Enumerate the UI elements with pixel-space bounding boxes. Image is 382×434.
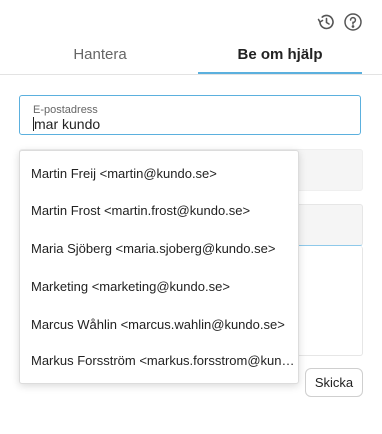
email-suggestions-dropdown: Martin Freij <martin@kundo.se> Martin Fr…: [19, 150, 299, 384]
email-input-text: mar kundo: [34, 116, 101, 132]
suggestion-item[interactable]: Markus Forsström <markus.forsstrom@kundo…: [20, 342, 298, 380]
tab-be-om-hjalp[interactable]: Be om hjälp: [198, 46, 362, 74]
history-icon[interactable]: [316, 12, 336, 32]
help-icon[interactable]: [343, 12, 363, 32]
email-field-label: E-postadress: [33, 104, 98, 116]
email-field-value[interactable]: mar kundo: [33, 116, 100, 132]
suggestion-item[interactable]: Maria Sjöberg <maria.sjoberg@kundo.se>: [20, 230, 298, 268]
email-field[interactable]: E-postadress mar kundo: [19, 95, 361, 135]
suggestion-item[interactable]: Marcus Wåhlin <marcus.wahlin@kundo.se>: [20, 306, 298, 344]
suggestion-item[interactable]: Martin Frost <martin.frost@kundo.se>: [20, 192, 298, 230]
suggestion-item[interactable]: Marketing <marketing@kundo.se>: [20, 268, 298, 306]
top-toolbar: [0, 0, 382, 42]
send-button[interactable]: Skicka: [305, 368, 363, 397]
suggestion-item[interactable]: Martin Freij <martin@kundo.se>: [20, 155, 298, 193]
tab-hantera[interactable]: Hantera: [0, 46, 200, 74]
tab-bar: Hantera Be om hjälp: [0, 42, 382, 75]
active-tab-indicator: [198, 72, 362, 74]
